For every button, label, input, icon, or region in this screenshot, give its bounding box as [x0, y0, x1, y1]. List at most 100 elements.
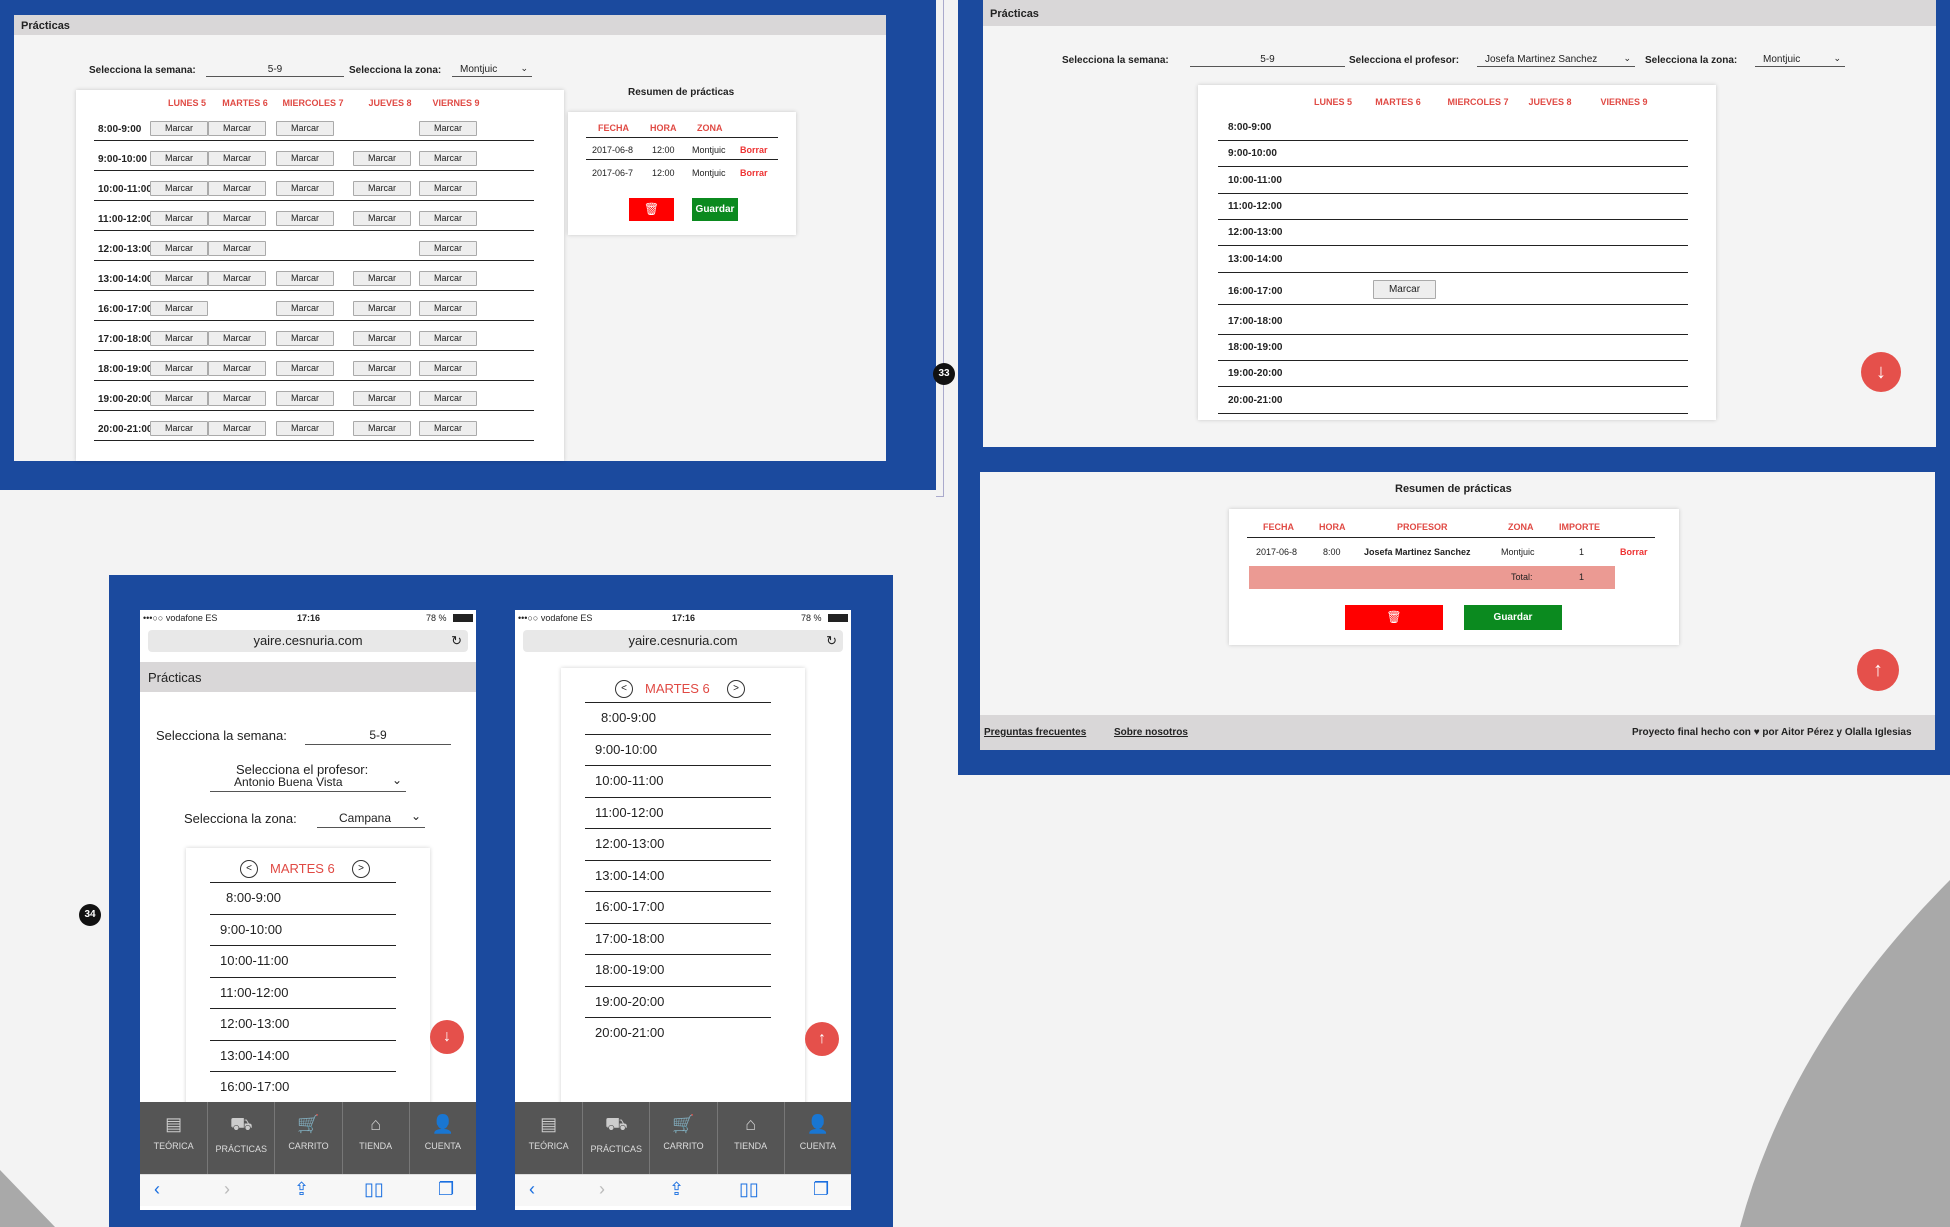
marcar-button[interactable]: Marcar — [276, 151, 334, 166]
marcar-button[interactable]: Marcar — [150, 151, 208, 166]
marcar-button[interactable]: Marcar — [419, 421, 477, 436]
delete-all-button-3[interactable]: 🗑 — [1345, 605, 1443, 630]
marcar-button[interactable]: Marcar — [150, 211, 208, 226]
marcar-button[interactable]: Marcar — [353, 301, 411, 316]
marcar-button[interactable]: Marcar — [353, 421, 411, 436]
marcar-button[interactable]: Marcar — [419, 301, 477, 316]
url-bar-b[interactable]: yaire.cesnuria.com ↻ — [523, 630, 843, 652]
marcar-button[interactable]: Marcar — [353, 361, 411, 376]
marcar-button[interactable]: Marcar — [208, 331, 266, 346]
marcar-button[interactable]: Marcar — [150, 301, 208, 316]
marcar-button[interactable]: Marcar — [419, 151, 477, 166]
marcar-button[interactable]: Marcar — [150, 331, 208, 346]
marcar-button[interactable]: Marcar — [276, 331, 334, 346]
bookmarks-icon[interactable]: ▯▯ — [364, 1179, 384, 1200]
marcar-button[interactable]: Marcar — [208, 241, 266, 256]
teacher-select-a[interactable]: Antonio Buena Vista ⌄ — [210, 774, 406, 792]
tab-carrito[interactable]: 🛒 CARRITO — [649, 1102, 716, 1174]
marcar-button[interactable]: Marcar — [208, 121, 266, 136]
summary-row-2-delete-link[interactable]: Borrar — [740, 168, 768, 178]
footer-link-faq[interactable]: Preguntas frecuentes — [984, 727, 1086, 738]
marcar-button[interactable]: Marcar — [276, 421, 334, 436]
marcar-button[interactable]: Marcar — [150, 271, 208, 286]
next-day-button[interactable]: > — [727, 680, 745, 698]
marcar-button[interactable]: Marcar — [150, 361, 208, 376]
summary-row-delete-link-3[interactable]: Borrar — [1620, 547, 1648, 557]
marcar-button[interactable]: Marcar — [1373, 279, 1436, 299]
scroll-up-button-b[interactable]: ↑ — [805, 1022, 839, 1056]
marcar-button[interactable]: Marcar — [276, 301, 334, 316]
tab-prácticas[interactable]: ⛟ PRÁCTICAS — [207, 1102, 274, 1174]
back-icon[interactable]: ‹ — [529, 1179, 535, 1200]
marcar-button[interactable]: Marcar — [150, 421, 208, 436]
marcar-button[interactable]: Marcar — [353, 181, 411, 196]
marcar-button[interactable]: Marcar — [276, 391, 334, 406]
marcar-button[interactable]: Marcar — [208, 391, 266, 406]
marcar-button[interactable]: Marcar — [208, 271, 266, 286]
marcar-button[interactable]: Marcar — [276, 211, 334, 226]
forward-icon[interactable]: › — [599, 1179, 605, 1200]
marcar-button[interactable]: Marcar — [353, 211, 411, 226]
save-button-3[interactable]: Guardar — [1464, 605, 1562, 630]
marcar-button[interactable]: Marcar — [150, 241, 208, 256]
tab-prácticas[interactable]: ⛟ PRÁCTICAS — [582, 1102, 649, 1174]
marcar-button[interactable]: Marcar — [208, 361, 266, 376]
marcar-button[interactable]: Marcar — [419, 391, 477, 406]
tabs-icon[interactable]: ❐ — [438, 1179, 454, 1200]
tab-teórica[interactable]: ▤ TEÓRICA — [515, 1102, 582, 1174]
marcar-button[interactable]: Marcar — [353, 271, 411, 286]
scroll-up-button[interactable]: ↑ — [1857, 649, 1899, 691]
share-icon[interactable]: ⇪ — [669, 1179, 684, 1200]
marcar-button[interactable]: Marcar — [276, 361, 334, 376]
reload-icon[interactable]: ↻ — [451, 630, 462, 652]
marcar-button[interactable]: Marcar — [276, 271, 334, 286]
tab-carrito[interactable]: 🛒 CARRITO — [274, 1102, 341, 1174]
prev-day-button[interactable]: < — [615, 680, 633, 698]
marcar-button[interactable]: Marcar — [150, 181, 208, 196]
marcar-button[interactable]: Marcar — [208, 181, 266, 196]
tab-teórica[interactable]: ▤ TEÓRICA — [140, 1102, 207, 1174]
zone-select-a[interactable]: Campana ⌄ — [317, 810, 425, 828]
week-input-2[interactable]: 5-9 — [1190, 54, 1345, 67]
tab-cuenta[interactable]: 👤 CUENTA — [408, 1102, 476, 1174]
tab-cuenta[interactable]: 👤 CUENTA — [783, 1102, 851, 1174]
tab-tienda[interactable]: ⌂ TIENDA — [341, 1102, 409, 1174]
week-input-a[interactable]: 5-9 — [305, 729, 451, 745]
marcar-button[interactable]: Marcar — [419, 121, 477, 136]
back-icon[interactable]: ‹ — [154, 1179, 160, 1200]
teacher-select-2[interactable]: Josefa Martinez Sanchez ⌄ — [1477, 53, 1635, 67]
zone-select-2[interactable]: Montjuic ⌄ — [1755, 53, 1845, 67]
prev-day-button[interactable]: < — [240, 860, 258, 878]
tab-tienda[interactable]: ⌂ TIENDA — [716, 1102, 784, 1174]
url-bar-a[interactable]: yaire.cesnuria.com ↻ — [148, 630, 468, 652]
marcar-button[interactable]: Marcar — [150, 121, 208, 136]
reload-icon[interactable]: ↻ — [826, 630, 837, 652]
summary-row-1-delete-link[interactable]: Borrar — [740, 145, 768, 155]
next-day-button[interactable]: > — [352, 860, 370, 878]
scroll-down-button-a[interactable]: ↓ — [430, 1020, 464, 1054]
scroll-down-button[interactable]: ↓ — [1861, 352, 1901, 392]
marcar-button[interactable]: Marcar — [353, 151, 411, 166]
marcar-button[interactable]: Marcar — [208, 151, 266, 166]
marcar-button[interactable]: Marcar — [419, 331, 477, 346]
tabs-icon[interactable]: ❐ — [813, 1179, 829, 1200]
marcar-button[interactable]: Marcar — [419, 211, 477, 226]
marcar-button[interactable]: Marcar — [419, 181, 477, 196]
forward-icon[interactable]: › — [224, 1179, 230, 1200]
zone-select[interactable]: Montjuic ⌄ — [452, 63, 532, 77]
bookmarks-icon[interactable]: ▯▯ — [739, 1179, 759, 1200]
marcar-button[interactable]: Marcar — [208, 421, 266, 436]
footer-link-about[interactable]: Sobre nosotros — [1114, 727, 1188, 738]
save-button[interactable]: Guardar — [692, 198, 738, 221]
marcar-button[interactable]: Marcar — [353, 331, 411, 346]
share-icon[interactable]: ⇪ — [294, 1179, 309, 1200]
marcar-button[interactable]: Marcar — [353, 391, 411, 406]
week-input[interactable]: 5-9 — [206, 64, 344, 77]
marcar-button[interactable]: Marcar — [208, 211, 266, 226]
marcar-button[interactable]: Marcar — [419, 271, 477, 286]
marcar-button[interactable]: Marcar — [276, 181, 334, 196]
marcar-button[interactable]: Marcar — [150, 391, 208, 406]
marcar-button[interactable]: Marcar — [419, 361, 477, 376]
marcar-button[interactable]: Marcar — [276, 121, 334, 136]
delete-all-button[interactable]: 🗑 — [629, 198, 674, 221]
